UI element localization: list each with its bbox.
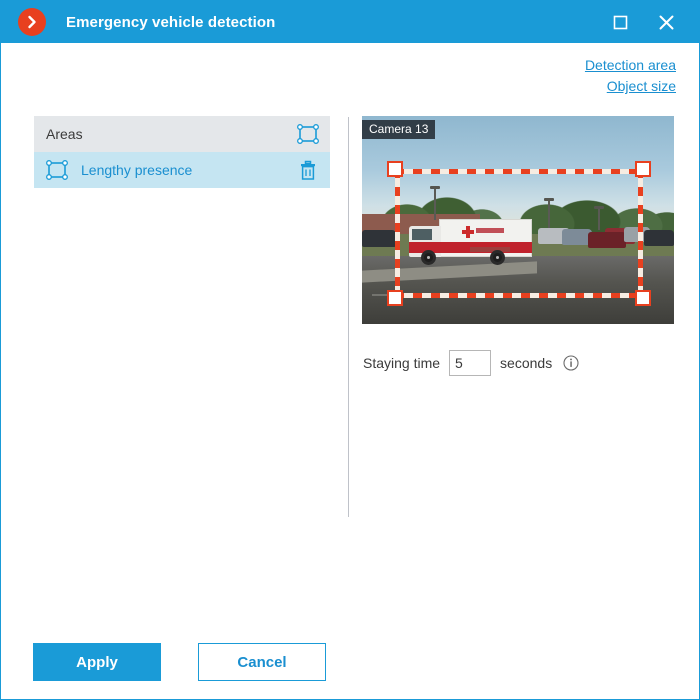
object-size-link[interactable]: Object size bbox=[585, 76, 676, 97]
staying-time-unit: seconds bbox=[500, 355, 553, 371]
detection-handle-bottom-right[interactable] bbox=[635, 290, 651, 306]
dialog-window: Emergency vehicle detection Detection ar… bbox=[0, 0, 700, 700]
top-links: Detection area Object size bbox=[585, 55, 676, 97]
maximize-icon[interactable] bbox=[597, 1, 643, 43]
preview-car bbox=[644, 230, 674, 246]
detection-handle-top-left[interactable] bbox=[387, 161, 403, 177]
vertical-divider bbox=[348, 117, 349, 517]
staying-time-input[interactable] bbox=[449, 350, 492, 376]
camera-label: Camera 13 bbox=[362, 120, 436, 139]
detection-edge-left bbox=[395, 169, 400, 298]
detection-edge-right bbox=[638, 169, 643, 298]
area-icon bbox=[45, 158, 69, 182]
detection-edge-top bbox=[395, 169, 643, 174]
list-item[interactable]: Lengthy presence bbox=[34, 152, 330, 188]
detection-rectangle[interactable] bbox=[387, 161, 651, 306]
staying-time-row: Staying time seconds bbox=[363, 349, 579, 377]
detection-edge-bottom bbox=[395, 293, 643, 298]
detection-area-link[interactable]: Detection area bbox=[585, 55, 676, 76]
detection-handle-top-right[interactable] bbox=[635, 161, 651, 177]
areas-header: Areas bbox=[34, 116, 330, 152]
detection-handle-bottom-left[interactable] bbox=[387, 290, 403, 306]
areas-panel: Areas Lengthy presence bbox=[34, 116, 330, 188]
camera-preview[interactable]: Camera 13 bbox=[362, 116, 674, 324]
close-icon[interactable] bbox=[643, 1, 689, 43]
add-area-icon[interactable] bbox=[295, 121, 321, 147]
areas-header-label: Areas bbox=[46, 126, 83, 142]
staying-time-label: Staying time bbox=[363, 355, 441, 371]
title-bar: Emergency vehicle detection bbox=[1, 1, 699, 43]
trash-icon[interactable] bbox=[295, 157, 321, 183]
apply-button[interactable]: Apply bbox=[33, 643, 161, 681]
preview-car bbox=[362, 230, 396, 247]
list-item-label: Lengthy presence bbox=[81, 162, 193, 178]
window-title: Emergency vehicle detection bbox=[66, 13, 276, 31]
cancel-button[interactable]: Cancel bbox=[198, 643, 326, 681]
chevron-right-circle-icon bbox=[18, 8, 46, 36]
info-icon[interactable] bbox=[563, 355, 579, 371]
